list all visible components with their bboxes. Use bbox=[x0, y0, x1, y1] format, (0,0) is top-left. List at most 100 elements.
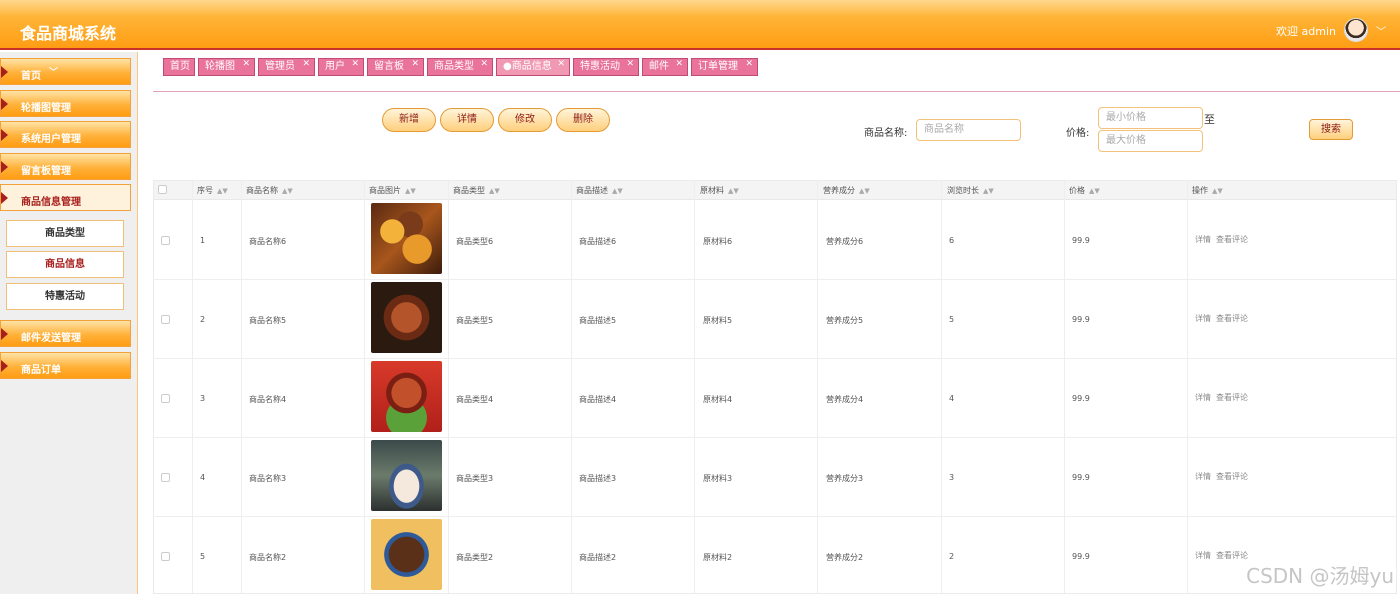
sort-icon: ▲▼ bbox=[728, 186, 739, 195]
sidebar-item-product-info[interactable]: 商品信息管理 bbox=[0, 184, 131, 211]
tab-orders[interactable]: 订单管理 ✕ bbox=[691, 58, 758, 76]
cell-no: 5 bbox=[200, 552, 206, 561]
column-header-price[interactable]: 价格 ▲▼ bbox=[1069, 185, 1100, 196]
close-icon[interactable]: ✕ bbox=[675, 56, 683, 72]
sidebar-item-orders[interactable]: 商品订单 bbox=[0, 352, 131, 379]
column-header-no[interactable]: 序号 ▲▼ bbox=[197, 185, 228, 196]
row-comments-link[interactable]: 查看评论 bbox=[1216, 550, 1248, 561]
search-button[interactable]: 搜索 bbox=[1309, 119, 1353, 140]
tab-divider bbox=[153, 91, 1400, 92]
close-icon[interactable]: ✕ bbox=[626, 56, 634, 72]
row-comments-link[interactable]: 查看评论 bbox=[1216, 313, 1248, 324]
submenu-item-product-info[interactable]: 商品信息 bbox=[6, 251, 124, 278]
price-range-separator: 至 bbox=[1204, 113, 1215, 126]
tab-special-offer[interactable]: 特惠活动 ✕ bbox=[573, 58, 639, 76]
cell-type: 商品类型3 bbox=[456, 474, 494, 483]
tab-product-info[interactable]: ●商品信息 ✕ bbox=[496, 58, 570, 76]
arrow-right-icon bbox=[1, 360, 8, 372]
table-row[interactable]: 4 商品名称3 商品类型3 商品描述3 原材料3 营养成分3 3 99.9 详情… bbox=[154, 438, 1396, 517]
tab-email[interactable]: 邮件 ✕ bbox=[642, 58, 688, 76]
product-name-input[interactable]: 商品名称 bbox=[916, 119, 1021, 141]
sidebar-item-system-users[interactable]: 系统用户管理 bbox=[0, 121, 131, 148]
chevron-down-icon[interactable]: ﹀ bbox=[1376, 23, 1386, 38]
sidebar-item-email[interactable]: 邮件发送管理 bbox=[0, 320, 131, 347]
row-detail-link[interactable]: 详情 bbox=[1195, 234, 1211, 245]
close-icon[interactable]: ✕ bbox=[351, 56, 359, 72]
avatar[interactable] bbox=[1344, 18, 1368, 42]
sidebar-item-label: 轮播图管理 bbox=[21, 103, 71, 114]
cell-nutrition: 营养成分5 bbox=[826, 316, 864, 325]
column-header-type[interactable]: 商品类型 ▲▼ bbox=[453, 185, 500, 196]
close-icon[interactable]: ✕ bbox=[745, 56, 753, 72]
cell-browse-time: 5 bbox=[949, 315, 955, 324]
close-icon[interactable]: ✕ bbox=[557, 56, 565, 72]
max-price-input[interactable]: 最大价格 bbox=[1098, 130, 1203, 152]
detail-button[interactable]: 详情 bbox=[440, 108, 494, 132]
close-icon[interactable]: ✕ bbox=[242, 56, 250, 72]
column-header-material[interactable]: 原材料 ▲▼ bbox=[700, 185, 739, 196]
row-checkbox[interactable] bbox=[161, 315, 170, 324]
row-detail-link[interactable]: 详情 bbox=[1195, 550, 1211, 561]
submenu-item-product-type[interactable]: 商品类型 bbox=[6, 220, 124, 247]
tab-label: 首页 bbox=[170, 61, 190, 72]
cell-material: 原材料2 bbox=[703, 553, 733, 562]
tab-label: 用户 bbox=[325, 61, 345, 72]
edit-button[interactable]: 修改 bbox=[498, 108, 552, 132]
close-icon[interactable]: ✕ bbox=[480, 56, 488, 72]
cell-name: 商品名称3 bbox=[249, 474, 287, 483]
sidebar-item-label: 系统用户管理 bbox=[21, 134, 81, 145]
tab-label: 留言板 bbox=[374, 61, 404, 72]
table-row[interactable]: 5 商品名称2 商品类型2 商品描述2 原材料2 营养成分2 2 99.9 详情… bbox=[154, 517, 1396, 593]
product-image[interactable] bbox=[371, 519, 442, 590]
row-checkbox[interactable] bbox=[161, 473, 170, 482]
column-header-actions[interactable]: 操作 ▲▼ bbox=[1192, 185, 1223, 196]
row-comments-link[interactable]: 查看评论 bbox=[1216, 471, 1248, 482]
sort-icon: ▲▼ bbox=[983, 186, 994, 195]
column-header-nutrition[interactable]: 营养成分 ▲▼ bbox=[823, 185, 870, 196]
add-button[interactable]: 新增 bbox=[382, 108, 436, 132]
row-checkbox[interactable] bbox=[161, 236, 170, 245]
column-header-name[interactable]: 商品名称 ▲▼ bbox=[246, 185, 293, 196]
row-detail-link[interactable]: 详情 bbox=[1195, 471, 1211, 482]
row-detail-link[interactable]: 详情 bbox=[1195, 392, 1211, 403]
cell-price: 99.9 bbox=[1072, 315, 1090, 324]
close-icon[interactable]: ✕ bbox=[302, 56, 310, 72]
tab-carousel[interactable]: 轮播图 ✕ bbox=[198, 58, 255, 76]
sidebar-item-message-board[interactable]: 留言板管理 bbox=[0, 153, 131, 180]
cell-material: 原材料5 bbox=[703, 316, 733, 325]
submenu-item-special-offer[interactable]: 特惠活动 bbox=[6, 283, 124, 310]
min-price-input[interactable]: 最小价格 bbox=[1098, 107, 1203, 129]
delete-button[interactable]: 删除 bbox=[556, 108, 610, 132]
table-row[interactable]: 1 商品名称6 商品类型6 商品描述6 原材料6 营养成分6 6 99.9 详情… bbox=[154, 201, 1396, 280]
header-label: 价格 bbox=[1069, 186, 1085, 195]
row-checkbox[interactable] bbox=[161, 552, 170, 561]
close-icon[interactable]: ✕ bbox=[411, 56, 419, 72]
tab-message-board[interactable]: 留言板 ✕ bbox=[367, 58, 424, 76]
tab-user[interactable]: 用户 ✕ bbox=[318, 58, 364, 76]
row-comments-link[interactable]: 查看评论 bbox=[1216, 392, 1248, 403]
row-comments-link[interactable]: 查看评论 bbox=[1216, 234, 1248, 245]
row-checkbox[interactable] bbox=[161, 394, 170, 403]
select-all-checkbox[interactable] bbox=[158, 185, 167, 194]
tab-product-type[interactable]: 商品类型 ✕ bbox=[427, 58, 493, 76]
sidebar: 首页 ﹀ 轮播图管理 系统用户管理 留言板管理 商品信息管理 商品类型 商品信息… bbox=[0, 52, 138, 594]
tab-home[interactable]: 首页 bbox=[163, 58, 195, 76]
column-header-image[interactable]: 商品图片 ▲▼ bbox=[369, 185, 416, 196]
column-header-browse-time[interactable]: 浏览时长 ▲▼ bbox=[947, 185, 994, 196]
product-image[interactable] bbox=[371, 361, 442, 432]
sidebar-item-label: 首页 bbox=[21, 71, 41, 82]
tab-admin[interactable]: 管理员 ✕ bbox=[258, 58, 315, 76]
sort-icon: ▲▼ bbox=[1089, 186, 1100, 195]
row-detail-link[interactable]: 详情 bbox=[1195, 313, 1211, 324]
tab-label: ●商品信息 bbox=[503, 61, 552, 72]
product-image[interactable] bbox=[371, 440, 442, 511]
product-image[interactable] bbox=[371, 282, 442, 353]
table-row[interactable]: 3 商品名称4 商品类型4 商品描述4 原材料4 营养成分4 4 99.9 详情… bbox=[154, 359, 1396, 438]
table-row[interactable]: 2 商品名称5 商品类型5 商品描述5 原材料5 营养成分5 5 99.9 详情… bbox=[154, 280, 1396, 359]
product-image[interactable] bbox=[371, 203, 442, 274]
column-header-description[interactable]: 商品描述 ▲▼ bbox=[576, 185, 623, 196]
sidebar-item-home[interactable]: 首页 ﹀ bbox=[0, 58, 131, 85]
app-title: 食品商城系统 bbox=[20, 24, 117, 43]
sidebar-item-carousel[interactable]: 轮播图管理 bbox=[0, 90, 131, 117]
cell-price: 99.9 bbox=[1072, 552, 1090, 561]
